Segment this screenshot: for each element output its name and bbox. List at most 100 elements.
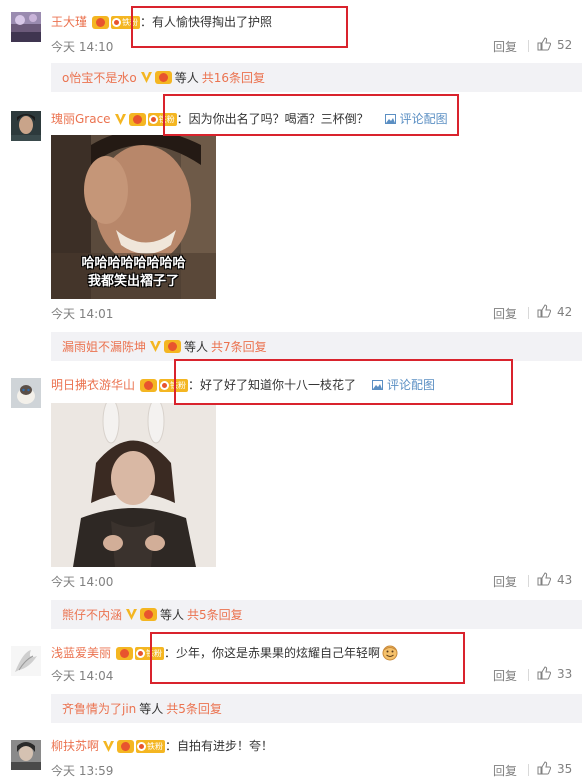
reply-count-link[interactable]: 共5条回复	[187, 606, 243, 623]
fan-badge: 铁粉	[111, 15, 141, 29]
badges: 铁粉	[90, 15, 141, 29]
member-icon	[117, 739, 135, 753]
like-icon[interactable]	[537, 666, 551, 680]
comment-header: 明日拂衣游华山 铁粉 ： 好了好了知道你十八一枝花了 评论配图	[51, 377, 435, 393]
reply-count-link[interactable]: 共5条回复	[166, 700, 222, 717]
verified-icon	[103, 740, 115, 752]
divider	[528, 40, 529, 52]
member-icon	[116, 646, 134, 660]
others-label: 等人	[139, 702, 164, 716]
colon: ：	[164, 646, 177, 660]
avatar[interactable]	[11, 378, 41, 408]
comment-text: 有人愉快得掏出了护照	[152, 15, 273, 29]
reply-button[interactable]: 回复	[493, 38, 517, 55]
divider	[528, 307, 529, 319]
emoji-icon	[382, 645, 398, 661]
member-icon	[140, 378, 158, 392]
comment-picture-link[interactable]: 评论配图	[384, 111, 448, 127]
comment-header: 瑰丽Grace 铁粉 ： 因为你出名了吗？喝酒？三杯倒？ 评论配图	[51, 111, 448, 127]
timestamp: 今天 13:59	[51, 764, 114, 778]
member-icon	[140, 608, 158, 621]
picture-icon	[372, 380, 384, 390]
comment-picture-link[interactable]: 评论配图	[372, 377, 435, 393]
username[interactable]: 王大瑾	[51, 14, 87, 30]
username[interactable]: 瑰丽Grace	[51, 111, 111, 127]
badges	[149, 340, 182, 353]
avatar[interactable]	[11, 111, 41, 141]
member-icon	[164, 340, 182, 353]
comment-header: 柳扶苏啊 铁粉 ： 自拍有进步！夸！	[51, 738, 273, 754]
comment-image[interactable]: 哈哈哈哈哈哈哈哈 我都笑出褶子了	[51, 135, 216, 299]
sub-reply-bar[interactable]: 漏雨姐不漏陈坤 等人 共7条回复	[51, 332, 582, 361]
divider	[528, 669, 529, 681]
like-count: 35	[557, 762, 573, 776]
avatar[interactable]	[11, 12, 41, 42]
timestamp: 今天 14:10	[51, 40, 114, 54]
divider	[528, 575, 529, 587]
fan-icon	[148, 114, 158, 124]
divider	[528, 764, 529, 776]
others-label: 等人	[174, 71, 199, 85]
like-count: 33	[557, 667, 573, 681]
image-caption-line: 哈哈哈哈哈哈哈哈	[81, 256, 186, 271]
avatar[interactable]	[11, 646, 41, 676]
like-icon[interactable]	[537, 304, 551, 318]
picture-icon	[384, 114, 396, 124]
colon: ：	[165, 739, 178, 753]
like-count: 52	[557, 38, 573, 52]
colon: ：	[188, 378, 201, 392]
avatar[interactable]	[11, 740, 41, 770]
timestamp: 今天 14:00	[51, 575, 114, 589]
fan-badge: 铁粉	[147, 112, 177, 126]
like-icon[interactable]	[537, 37, 551, 51]
fan-badge: 铁粉	[136, 739, 166, 753]
comment-text: 自拍有进步！夸！	[177, 739, 274, 753]
reply-count-link[interactable]: 共16条回复	[202, 69, 265, 86]
reply-button[interactable]: 回复	[493, 667, 517, 684]
username[interactable]: 柳扶苏啊	[51, 738, 99, 754]
like-icon[interactable]	[537, 572, 551, 586]
sub-reply-user[interactable]: 漏雨姐不漏陈坤	[62, 338, 146, 355]
comment-text: 好了好了知道你十八一枝花了	[200, 378, 357, 392]
like-icon[interactable]	[537, 761, 551, 775]
comment-text: 少年，你这是赤果果的炫耀自己年轻啊	[176, 646, 381, 660]
verified-icon	[140, 72, 152, 83]
fan-badge: 铁粉	[159, 378, 189, 392]
sub-reply-user[interactable]: 熊仔不内涵	[62, 606, 122, 623]
colon: ：	[176, 112, 189, 126]
comment-image[interactable]	[51, 403, 216, 567]
sub-reply-bar[interactable]: o怡宝不是水o 等人 共16条回复	[51, 63, 582, 92]
verified-icon	[150, 341, 162, 352]
reply-button[interactable]: 回复	[493, 305, 517, 322]
member-icon	[154, 71, 172, 84]
badges: 铁粉	[114, 646, 165, 660]
badges	[125, 608, 158, 621]
sub-reply-bar[interactable]: 熊仔不内涵 等人 共5条回复	[51, 600, 582, 629]
fan-icon	[160, 380, 170, 390]
like-count: 43	[557, 573, 573, 587]
badges: 铁粉	[138, 378, 189, 392]
fan-icon	[137, 741, 147, 751]
sub-reply-user[interactable]: o怡宝不是水o	[62, 69, 137, 86]
username[interactable]: 浅蓝爱美丽	[51, 645, 111, 661]
fan-icon	[112, 17, 122, 27]
image-caption: 哈哈哈哈哈哈哈哈 我都笑出褶子了	[51, 255, 216, 291]
sub-reply-user[interactable]: 齐鲁情为了jin	[62, 700, 136, 717]
badges: 铁粉	[114, 112, 177, 126]
fan-badge: 铁粉	[135, 646, 165, 660]
badges: 铁粉	[102, 739, 166, 753]
comment-text: 因为你出名了吗？喝酒？三杯倒？	[188, 112, 369, 126]
image-caption-line: 我都笑出褶子了	[87, 274, 179, 289]
others-label: 等人	[160, 608, 185, 622]
member-icon	[128, 112, 146, 126]
reply-count-link[interactable]: 共7条回复	[211, 338, 267, 355]
sub-reply-bar[interactable]: 齐鲁情为了jin 等人 共5条回复	[51, 694, 582, 723]
verified-icon	[114, 113, 126, 125]
username[interactable]: 明日拂衣游华山	[51, 377, 135, 393]
comment-header: 浅蓝爱美丽 铁粉 ： 少年，你这是赤果果的炫耀自己年轻啊	[51, 645, 398, 661]
badges	[140, 71, 172, 84]
reply-button[interactable]: 回复	[493, 573, 517, 590]
colon: ：	[140, 15, 153, 29]
reply-button[interactable]: 回复	[493, 762, 517, 779]
verified-icon	[126, 609, 138, 620]
